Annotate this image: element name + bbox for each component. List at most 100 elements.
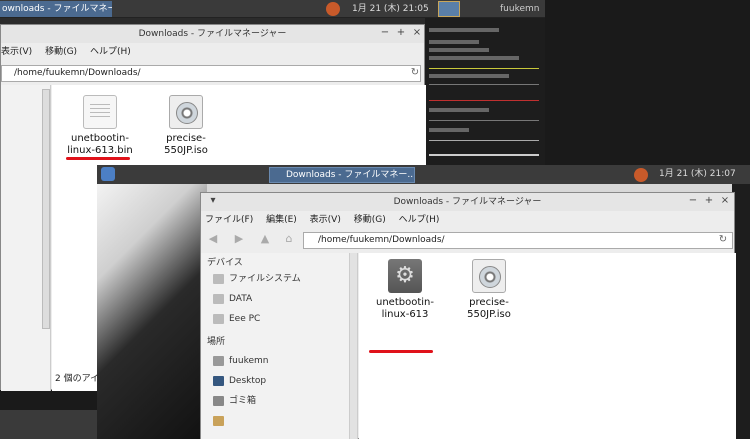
reload-icon[interactable]: ↻ [717,234,729,246]
sidebar-item-label: Eee PC [229,314,261,324]
sidebar-item-label: DATA [229,294,253,304]
front-taskbar-window-button[interactable]: Downloads - ファイルマネー... [269,167,415,183]
up-arrow-icon[interactable]: ▲ [259,233,271,245]
sidebar-item-eee-pc[interactable]: Eee PC [213,311,260,327]
menu-view[interactable]: 表示(V) [1,44,32,60]
sidebar-item-data[interactable]: DATA [213,291,252,307]
close-icon[interactable]: × [411,27,423,39]
drive-icon [213,274,224,284]
home-folder-icon [213,356,224,366]
menu-help[interactable]: ヘルプ(H) [399,212,440,228]
disc-image-icon [169,95,203,129]
file-item[interactable]: unetbootin-linux-613.bin [60,95,140,157]
app-menu-icon[interactable] [101,167,115,181]
path-input[interactable]: /home/fuukemn/Downloads/ [303,232,733,249]
close-icon[interactable]: × [719,195,731,207]
window-title: Downloads - ファイルマネージャー [1,25,424,43]
file-name: unetbootin-linux-613.bin [67,133,133,156]
file-item[interactable]: unetbootin-linux-613 [365,259,445,321]
screenshot-composite: ownloads - ファイルマネー... 1月 21 (木) 21:05 fu… [0,0,750,439]
monitor-bar [429,140,539,141]
places-header: 場所 [207,337,226,347]
front-file-manager-window: Downloads - ファイルマネージャー ▾ − + × ファイル(F) 編… [200,192,738,439]
monitor-bar [429,120,539,121]
monitor-text [429,108,489,112]
toolbar: ◀ ▶ ▲ ⌂ /home/fuukemn/Downloads/ ↻ [205,230,733,250]
tray-workspace-icon[interactable] [438,1,460,17]
menu-go[interactable]: 移動(G) [45,44,77,60]
sidebar-item-home[interactable]: fuukemn [213,353,268,369]
drive-icon [213,314,224,324]
sidebar-item-filesystem[interactable]: ファイルシステム [213,271,301,287]
home-icon[interactable]: ⌂ [283,233,295,245]
sidebar-item-label: ゴミ箱 [229,396,257,406]
maximize-icon[interactable]: + [703,195,715,207]
sidebar-scrollbar[interactable] [349,253,357,439]
window-title: Downloads - ファイルマネージャー [201,193,734,211]
tray-app-icon[interactable] [326,2,340,16]
sidebar-item-trash[interactable]: ゴミ箱 [213,393,256,409]
monitor-text [429,48,489,52]
front-taskbar: Downloads - ファイルマネー... 1月 21 (木) 21:07 [97,165,750,184]
sidebar-item-folder[interactable] [213,413,303,429]
monitor-bar [429,154,539,156]
monitor-bar [429,84,539,85]
trash-icon [213,396,224,406]
system-monitor-panel [425,18,545,165]
back-desktop: ownloads - ファイルマネー... 1月 21 (木) 21:05 fu… [0,0,545,391]
back-username: fuukemn [500,4,540,14]
file-name: precise-550JP.iso [467,297,511,320]
menu-edit[interactable]: 編集(E) [266,212,297,228]
sidebar-item-label: fuukemn [229,356,269,366]
desktop-icon [213,376,224,386]
monitor-text [429,56,519,60]
path-input[interactable]: /home/fuukemn/Downloads/ [1,65,421,82]
binary-file-icon [83,95,117,129]
sidebar: デバイス ファイルシステム DATA Eee PC 場所 fuukemn Des… [201,253,358,439]
sidebar-scrollbar[interactable] [42,89,50,329]
drive-icon [213,294,224,304]
monitor-bar [429,100,539,101]
back-taskbar-window-button[interactable]: ownloads - ファイルマネー... [0,1,112,17]
file-view: unetbootin-linux-613 precise-550JP.iso [359,253,736,439]
front-clock: 1月 21 (木) 21:07 [659,169,736,179]
monitor-text [429,128,469,132]
menu-help[interactable]: ヘルプ(H) [90,44,131,60]
tray-app-icon[interactable] [634,168,648,182]
reload-icon[interactable]: ↻ [409,67,421,79]
highlight-underline [66,157,130,160]
back-taskbar: ownloads - ファイルマネー... 1月 21 (木) 21:05 fu… [0,0,545,18]
menu-bar: 表示(V) 移動(G) ヘルプ(H) [1,44,424,60]
wallpaper-figure [97,165,207,439]
maximize-icon[interactable]: + [395,27,407,39]
front-desktop: Downloads - ファイルマネー... 1月 21 (木) 21:07 D… [97,165,750,439]
minimize-icon[interactable]: − [687,195,699,207]
back-arrow-icon[interactable]: ◀ [207,233,219,245]
menu-bar: ファイル(F) 編集(E) 表示(V) 移動(G) ヘルプ(H) [205,212,738,228]
sidebar-item-label: ファイルシステム [229,274,301,284]
disc-image-icon [472,259,506,293]
forward-arrow-icon[interactable]: ▶ [233,233,245,245]
file-item[interactable]: precise-550JP.iso [146,95,226,157]
file-name: precise-550JP.iso [164,133,208,156]
monitor-text [429,40,479,44]
sidebar-item-label: Desktop [229,376,267,386]
devices-header: デバイス [207,258,243,268]
file-name: unetbootin-linux-613 [376,297,434,320]
status-bar: 2 個のアイ [55,374,100,384]
back-dock [0,410,100,439]
monitor-text [429,28,499,32]
monitor-bar [429,68,539,69]
menu-go[interactable]: 移動(G) [354,212,386,228]
minimize-icon[interactable]: − [379,27,391,39]
sidebar-item-desktop[interactable]: Desktop [213,373,266,389]
location-bar: /home/fuukemn/Downloads/ ↻ [1,63,424,83]
folder-icon [213,416,224,426]
highlight-underline [369,350,433,353]
file-item[interactable]: precise-550JP.iso [449,259,529,321]
menu-file[interactable]: ファイル(F) [205,212,253,228]
window-menu-icon[interactable]: ▾ [207,195,219,207]
menu-view[interactable]: 表示(V) [310,212,341,228]
executable-gear-icon [388,259,422,293]
back-clock: 1月 21 (木) 21:05 [352,4,429,14]
